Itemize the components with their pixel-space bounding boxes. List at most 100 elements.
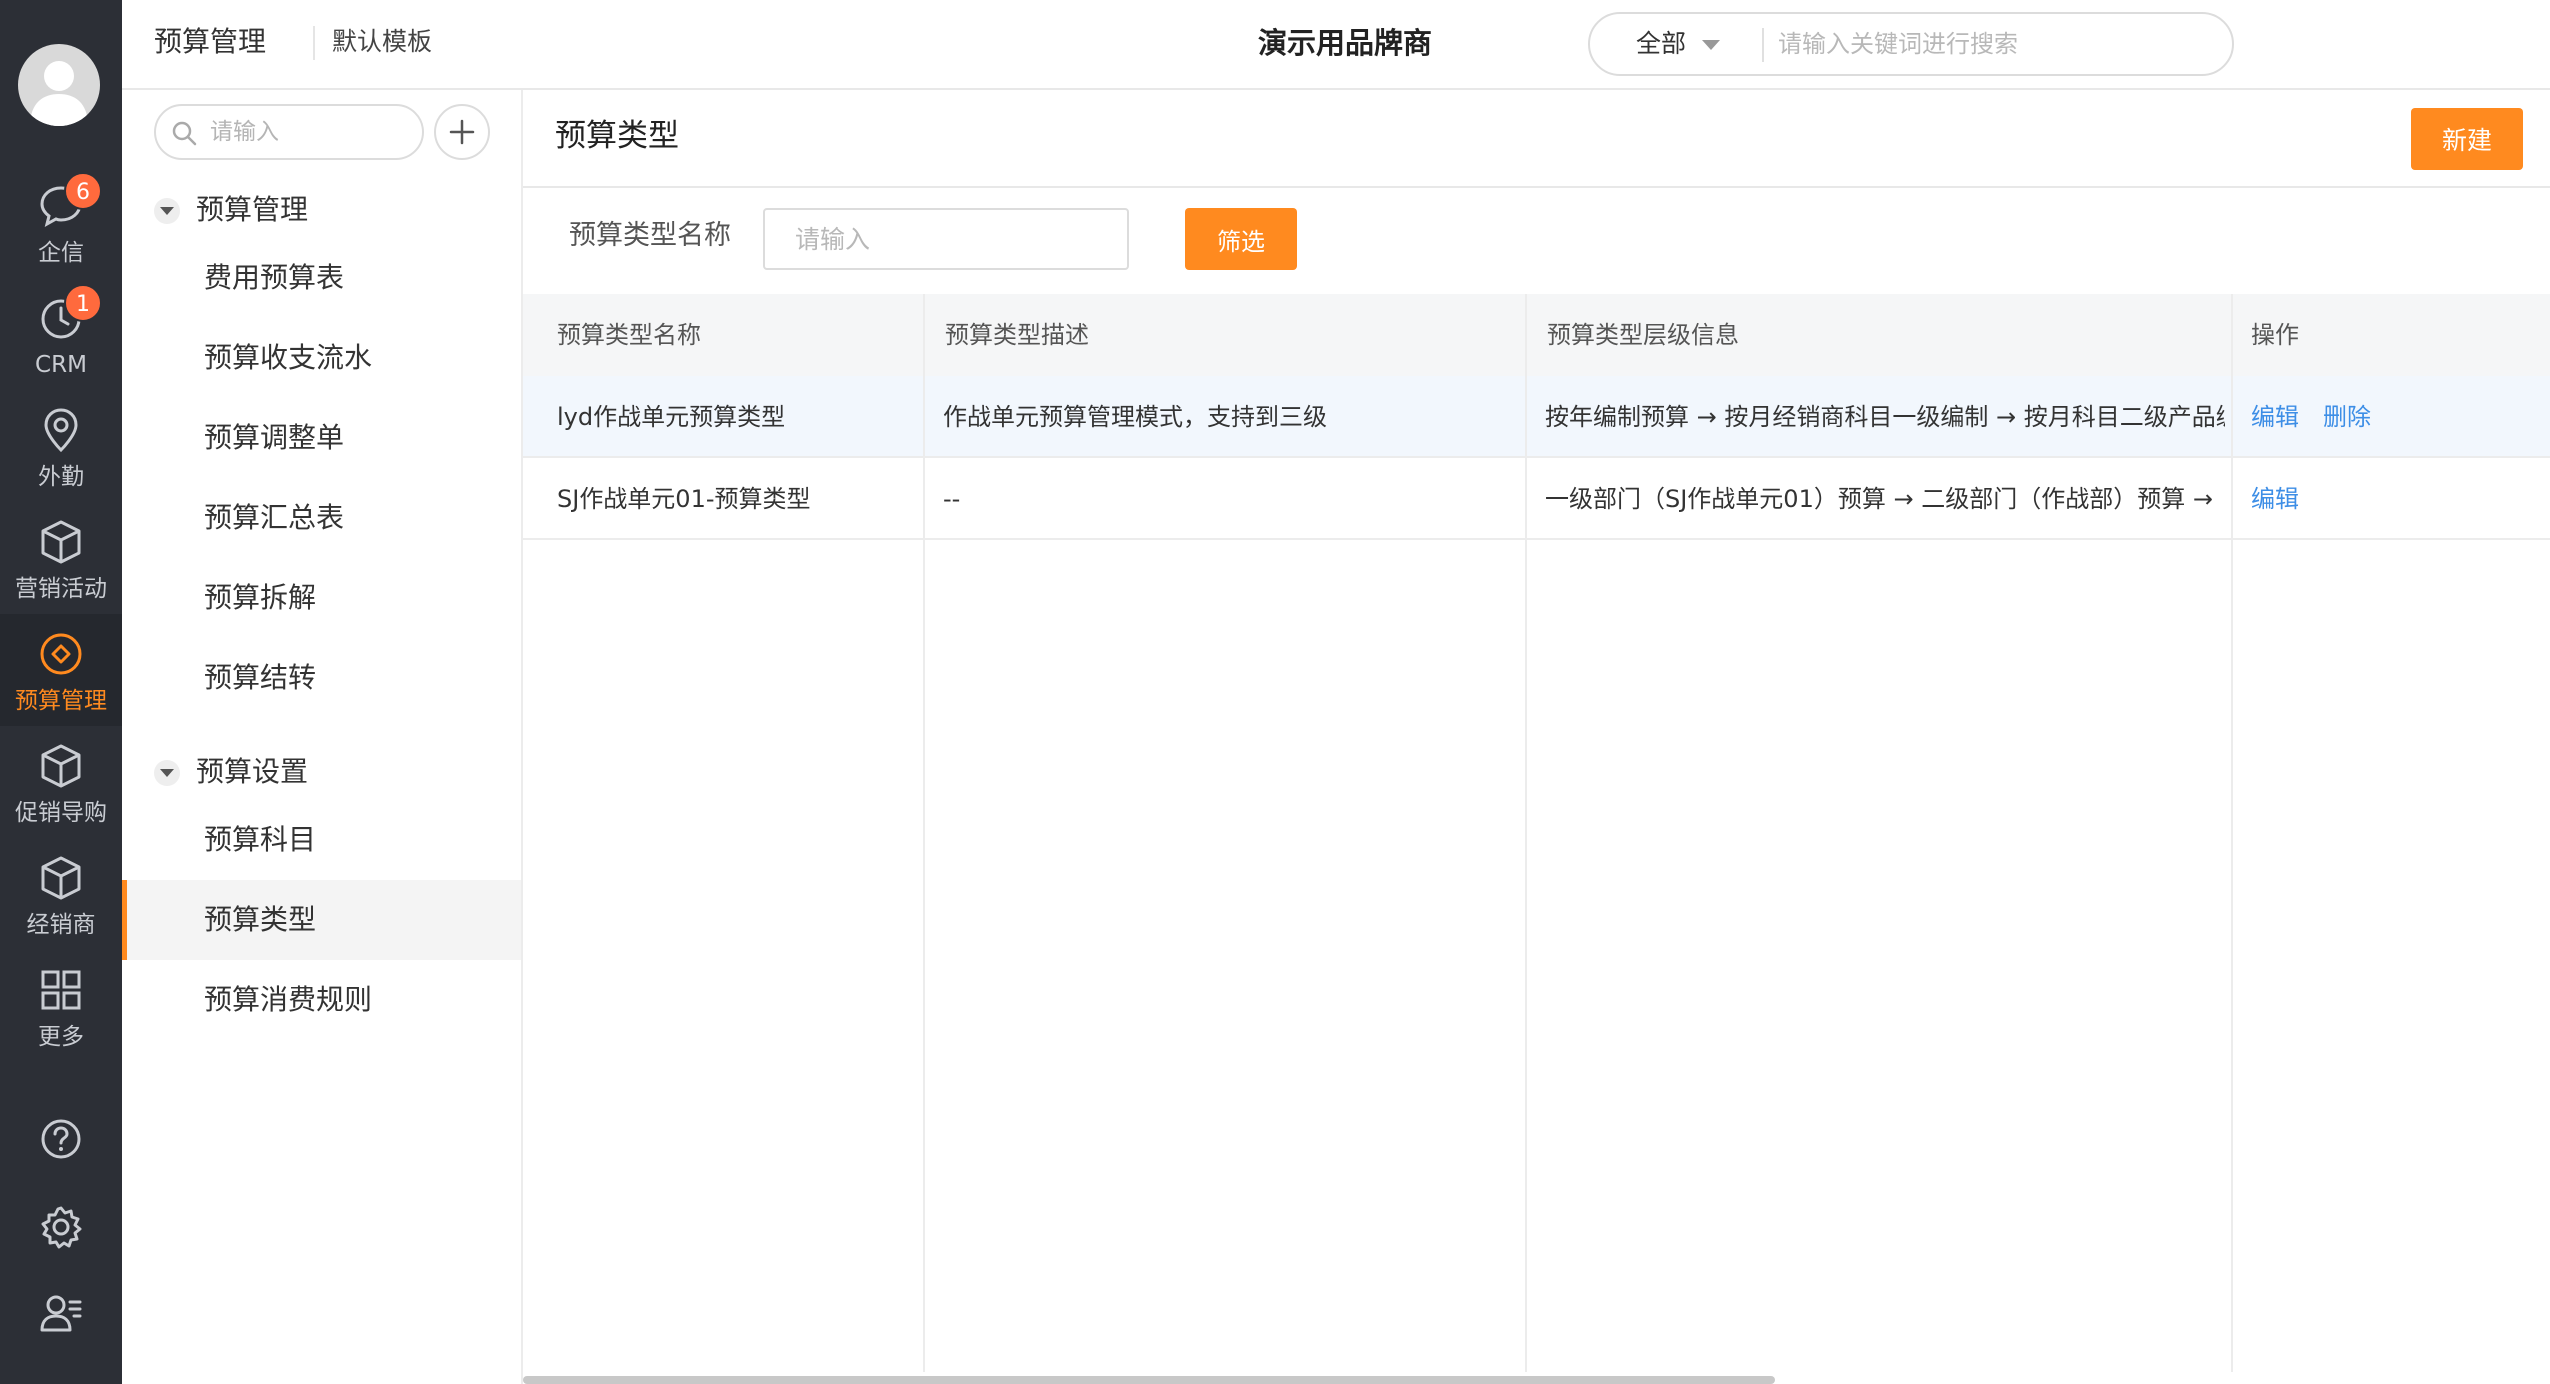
rail-item-budget[interactable]: 预算管理 (0, 614, 122, 726)
nav-group-budget-management[interactable]: 预算管理 (154, 178, 494, 238)
nav-item-budget-subject[interactable]: 预算科目 (122, 800, 521, 880)
column-divider (923, 294, 925, 1372)
nav-item-budget-summary[interactable]: 预算汇总表 (122, 478, 521, 558)
edit-link[interactable]: 编辑 (2251, 376, 2299, 458)
module-title: 预算管理 (154, 25, 267, 58)
table-header: 预算类型名称 预算类型描述 预算类型层级信息 操作 (523, 294, 2550, 376)
profile-button[interactable] (0, 1272, 122, 1352)
main-content: 预算类型 新建 预算类型名称 筛选 预算类型名称 预算类型描述 预算类型层级信息… (523, 90, 2550, 1384)
page-title: 预算类型 (555, 118, 679, 154)
nav-item-label: 预算汇总表 (204, 501, 345, 534)
global-search-box: 全部 (1588, 12, 2234, 76)
header-divider (313, 26, 315, 60)
search-scope-select[interactable]: 全部 (1636, 27, 1686, 61)
app-rail: 6 企信 1 CRM 外勤 营销活动 预算管理 促销导购 经销商 更多 (0, 0, 122, 1384)
nav-item-budget-type[interactable]: 预算类型 (122, 880, 521, 960)
rail-item-dealer[interactable]: 经销商 (0, 838, 122, 950)
column-header: 预算类型层级信息 (1547, 321, 1739, 349)
company-name: 演示用品牌商 (1258, 26, 1433, 60)
rail-item-waiqin[interactable]: 外勤 (0, 390, 122, 502)
search-divider (1762, 28, 1764, 62)
cube-icon (41, 520, 81, 564)
title-divider (523, 186, 2550, 188)
unread-badge: 6 (64, 172, 102, 210)
delete-link[interactable]: 删除 (2323, 376, 2371, 458)
rail-item-label: 促销导购 (15, 800, 107, 826)
column-divider (1525, 294, 1527, 1372)
location-pin-icon (44, 408, 78, 453)
caret-down-icon (154, 760, 180, 786)
template-switcher[interactable]: 默认模板 (332, 24, 432, 60)
nav-item-budget-flow[interactable]: 预算收支流水 (122, 318, 521, 398)
chevron-down-icon[interactable] (1702, 40, 1720, 50)
column-header: 预算类型名称 (557, 321, 701, 349)
horizontal-scrollbar[interactable] (523, 1376, 1775, 1384)
cube-icon (41, 744, 81, 788)
cell-type-desc: 作战单元预算管理模式，支持到三级 (943, 403, 1327, 431)
nav-item-budget-consume-rule[interactable]: 预算消费规则 (122, 960, 521, 1040)
nav-item-label: 预算调整单 (204, 421, 345, 454)
filter-button[interactable]: 筛选 (1185, 208, 1297, 270)
search-icon (172, 121, 197, 146)
help-button[interactable] (0, 1098, 122, 1178)
nav-item-label: 预算拆解 (204, 581, 317, 614)
user-profile-icon (40, 1295, 82, 1332)
filter-label: 预算类型名称 (569, 220, 731, 251)
cell-type-desc: -- (943, 485, 961, 513)
rail-item-qixin[interactable]: 6 企信 (0, 166, 122, 278)
nav-item-budget-adjust[interactable]: 预算调整单 (122, 398, 521, 478)
avatar-person-icon (30, 61, 88, 126)
plus-icon (449, 119, 475, 145)
budget-type-name-filter[interactable] (763, 208, 1129, 270)
nav-group-label: 预算设置 (196, 755, 309, 788)
global-search-input[interactable] (1778, 24, 2218, 64)
rail-item-crm[interactable]: 1 CRM (0, 278, 122, 390)
cell-type-name: lyd作战单元预算类型 (557, 403, 786, 431)
secondary-nav: 预算管理 费用预算表 预算收支流水 预算调整单 预算汇总表 预算拆解 预算结转 … (122, 90, 523, 1384)
cell-type-levels: 一级部门（SJ作战单元01）预算 → 二级部门（作战部）预算 → (1545, 485, 2213, 513)
rail-item-label: 外勤 (38, 464, 84, 490)
rail-item-more[interactable]: 更多 (0, 950, 122, 1062)
nav-item-budget-carryover[interactable]: 预算结转 (122, 638, 521, 718)
column-header: 预算类型描述 (945, 321, 1089, 349)
nav-group-budget-settings[interactable]: 预算设置 (154, 740, 494, 800)
rail-item-label: 经销商 (26, 912, 96, 938)
rail-item-marketing[interactable]: 营销活动 (0, 502, 122, 614)
settings-gear-icon (41, 1206, 82, 1249)
budget-diamond-icon (40, 633, 82, 675)
nav-search-box (154, 104, 424, 160)
new-button[interactable]: 新建 (2411, 108, 2523, 170)
cell-type-name: SJ作战单元01-预算类型 (557, 485, 811, 513)
nav-group-label: 预算管理 (196, 193, 309, 226)
top-header: 预算管理 默认模板 演示用品牌商 全部 (122, 0, 2550, 90)
rail-item-label: CRM (35, 352, 87, 378)
cell-type-levels: 按年编制预算 → 按月经销商科目一级编制 → 按月科目二级产品编制 (1545, 403, 2225, 431)
column-header: 操作 (2251, 321, 2299, 349)
nav-item-label: 费用预算表 (204, 261, 345, 294)
grid-icon (41, 970, 81, 1010)
budget-type-table: 预算类型名称 预算类型描述 预算类型层级信息 操作 lyd作战单元预算类型 作战… (523, 294, 2550, 1372)
table-row[interactable]: SJ作战单元01-预算类型 -- 一级部门（SJ作战单元01）预算 → 二级部门… (523, 458, 2550, 540)
nav-item-label: 预算消费规则 (204, 983, 373, 1016)
nav-item-expense-budget[interactable]: 费用预算表 (122, 238, 521, 318)
rail-item-label: 更多 (38, 1024, 84, 1050)
nav-item-label: 预算科目 (204, 823, 317, 856)
edit-link[interactable]: 编辑 (2251, 458, 2299, 540)
user-avatar[interactable] (18, 44, 100, 126)
caret-down-icon (154, 198, 180, 224)
rail-item-label: 预算管理 (15, 688, 107, 714)
nav-search-input[interactable] (210, 116, 410, 148)
nav-item-label: 预算收支流水 (204, 341, 373, 374)
column-divider (2231, 294, 2233, 1372)
cube-icon (41, 856, 81, 900)
add-button[interactable] (434, 104, 490, 160)
nav-item-label: 预算类型 (204, 903, 317, 936)
unread-badge: 1 (64, 284, 102, 322)
nav-item-label: 预算结转 (204, 661, 317, 694)
help-icon (41, 1119, 81, 1159)
rail-item-promotion[interactable]: 促销导购 (0, 726, 122, 838)
settings-button[interactable] (0, 1186, 122, 1266)
table-row[interactable]: lyd作战单元预算类型 作战单元预算管理模式，支持到三级 按年编制预算 → 按月… (523, 376, 2550, 458)
rail-item-label: 企信 (38, 240, 84, 266)
nav-item-budget-split[interactable]: 预算拆解 (122, 558, 521, 638)
